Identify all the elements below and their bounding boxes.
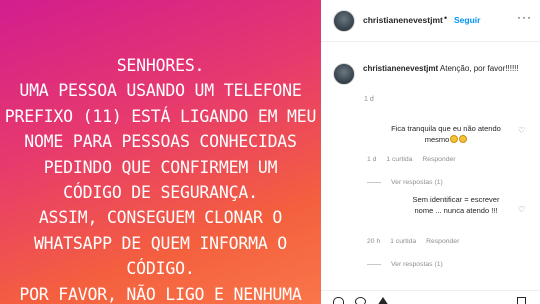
caption-username[interactable]: christianenevestjmt [363, 64, 438, 73]
reply-likes[interactable]: 1 curtida [386, 156, 412, 163]
grinning-emoji-icon [459, 134, 468, 143]
reply-text: Fica tranquila que eu não atendo mesmo [391, 124, 501, 145]
post-text-line: POR FAVOR, NÃO LIGO E NENHUMA [19, 284, 302, 304]
post-text: SENHORES. UMA PESSOA USANDO UM TELEFONE … [0, 53, 321, 304]
reply-body: Sem identificar = escrever nome ... nunc… [412, 195, 500, 215]
caption-timestamp[interactable]: 1 d [364, 96, 374, 103]
caption-text: christianenevestjmt Atenção, por favor!!… [363, 63, 533, 74]
post-text-line: UMA PESSOA USANDO UM TELEFONE [19, 81, 302, 101]
reply-body: Fica tranquila que eu não atendo mesmo [391, 124, 501, 144]
like-comment-heart-icon[interactable]: ♡ [518, 126, 525, 135]
avatar[interactable] [333, 63, 355, 85]
view-replies-link[interactable]: Ver respostas (1) [367, 179, 443, 186]
grinning-emoji-icon [450, 134, 459, 143]
like-comment-heart-icon[interactable]: ♡ [518, 205, 525, 214]
post-image[interactable]: SENHORES. UMA PESSOA USANDO UM TELEFONE … [0, 0, 321, 304]
post-text-line: CÓDIGO DE SEGURANÇA. [63, 182, 258, 202]
separator-dot: • [444, 13, 448, 23]
avatar[interactable] [333, 10, 355, 32]
post-text-line: NOME PARA PESSOAS CONHECIDAS [24, 132, 297, 152]
reply-meta: 20 h 1 curtida Responder [367, 238, 467, 245]
post-text-line: ASSIM, CONSEGUEM CLONAR O [38, 208, 283, 228]
post-text-line: SENHORES. [116, 56, 205, 75]
post-text-line: CÓDIGO. [126, 259, 195, 279]
header-username[interactable]: christianenevestjmt [363, 15, 443, 25]
reply-likes[interactable]: 1 curtida [390, 238, 416, 245]
reply-timestamp[interactable]: 1 d [367, 156, 376, 163]
action-bar [321, 290, 540, 304]
reply-button[interactable]: Responder [426, 238, 459, 245]
reply-text: Sem identificar = escrever nome ... nunc… [406, 195, 506, 216]
view-replies-link[interactable]: Ver respostas (1) [367, 261, 443, 268]
like-icon[interactable] [333, 297, 344, 304]
bookmark-icon[interactable] [517, 297, 526, 304]
follow-button[interactable]: Seguir [454, 15, 480, 25]
share-icon[interactable] [377, 297, 389, 304]
post-header: christianenevestjmt • Seguir ··· [321, 0, 540, 42]
post-text-line: PEDINDO QUE CONFIRMEM UM [43, 157, 278, 177]
post-text-line: PREFIXO (11) ESTÁ LIGANDO EM MEU [4, 106, 317, 126]
reply-timestamp[interactable]: 20 h [367, 238, 380, 245]
reply-button[interactable]: Responder [422, 156, 455, 163]
caption-body: Atenção, por favor!!!!!! [439, 64, 519, 73]
comments-panel: christianenevestjmt • Seguir ··· christi… [321, 0, 540, 304]
reply-meta: 1 d 1 curtida Responder [367, 156, 464, 163]
post-text-line: WHATSAPP DE QUEM INFORMA O [33, 233, 288, 253]
comment-icon[interactable] [355, 297, 366, 304]
more-options-icon[interactable]: ··· [517, 10, 532, 24]
